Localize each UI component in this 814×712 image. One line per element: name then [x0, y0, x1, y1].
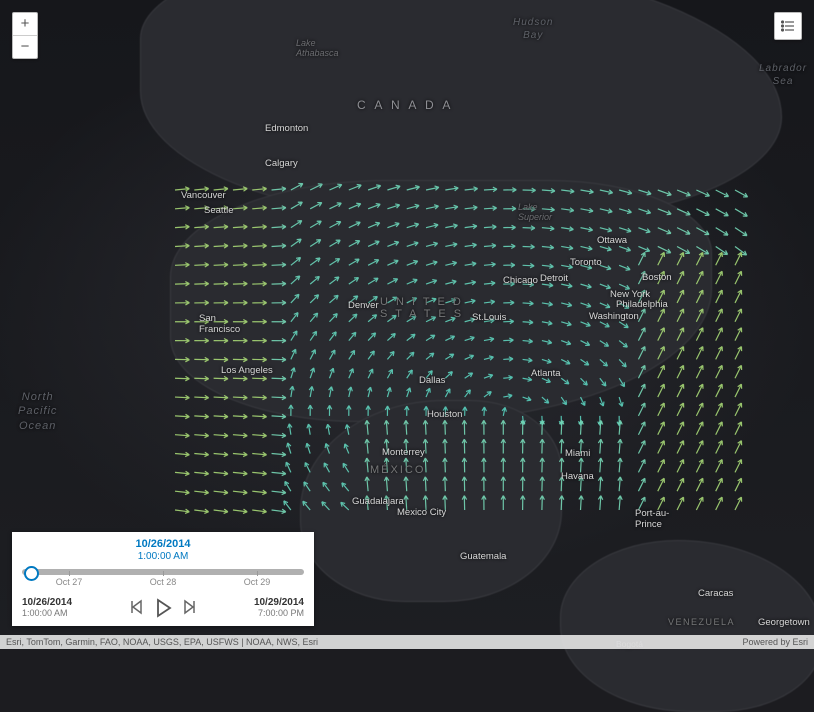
time-end: 10/29/2014 7:00:00 PM [254, 597, 304, 618]
map-label-vancouver: Vancouver [181, 190, 226, 201]
time-ticks: Oct 27 Oct 28 Oct 29 [22, 577, 304, 587]
time-controls [128, 598, 198, 618]
time-current: 10/26/2014 1:00:00 AM [22, 538, 304, 563]
legend-button[interactable] [774, 12, 802, 40]
attribution-sources: Esri, TomTom, Garmin, FAO, NOAA, USGS, E… [6, 635, 318, 649]
time-current-date: 10/26/2014 [22, 538, 304, 551]
step-back-button[interactable] [128, 598, 144, 616]
time-tick: Oct 27 [56, 577, 83, 587]
land-us [170, 180, 712, 422]
map-label-miami: Miami [565, 448, 590, 459]
attribution-powered[interactable]: Powered by Esri [742, 635, 808, 649]
land-sa [560, 540, 814, 712]
zoom-out-button[interactable]: − [13, 36, 37, 58]
legend-icon [781, 19, 795, 33]
zoom-in-button[interactable]: + [13, 13, 37, 36]
land-mexico [300, 400, 562, 602]
step-forward-button[interactable] [182, 598, 198, 616]
time-tick: Oct 29 [244, 577, 271, 587]
map-label-portauprince: Port-au-Prince [635, 508, 669, 530]
time-start: 10/26/2014 1:00:00 AM [22, 597, 72, 618]
zoom-control: + − [12, 12, 38, 59]
attribution-bar: Esri, TomTom, Garmin, FAO, NOAA, USGS, E… [0, 635, 814, 649]
time-tick: Oct 28 [150, 577, 177, 587]
time-current-time: 1:00:00 AM [22, 551, 304, 563]
map-label-havana: Havana [561, 471, 594, 482]
time-slider-panel: 10/26/2014 1:00:00 AM Oct 27 Oct 28 Oct … [12, 532, 314, 626]
map-label-npac: NorthPacificOcean [18, 390, 57, 433]
play-button[interactable] [154, 598, 172, 618]
